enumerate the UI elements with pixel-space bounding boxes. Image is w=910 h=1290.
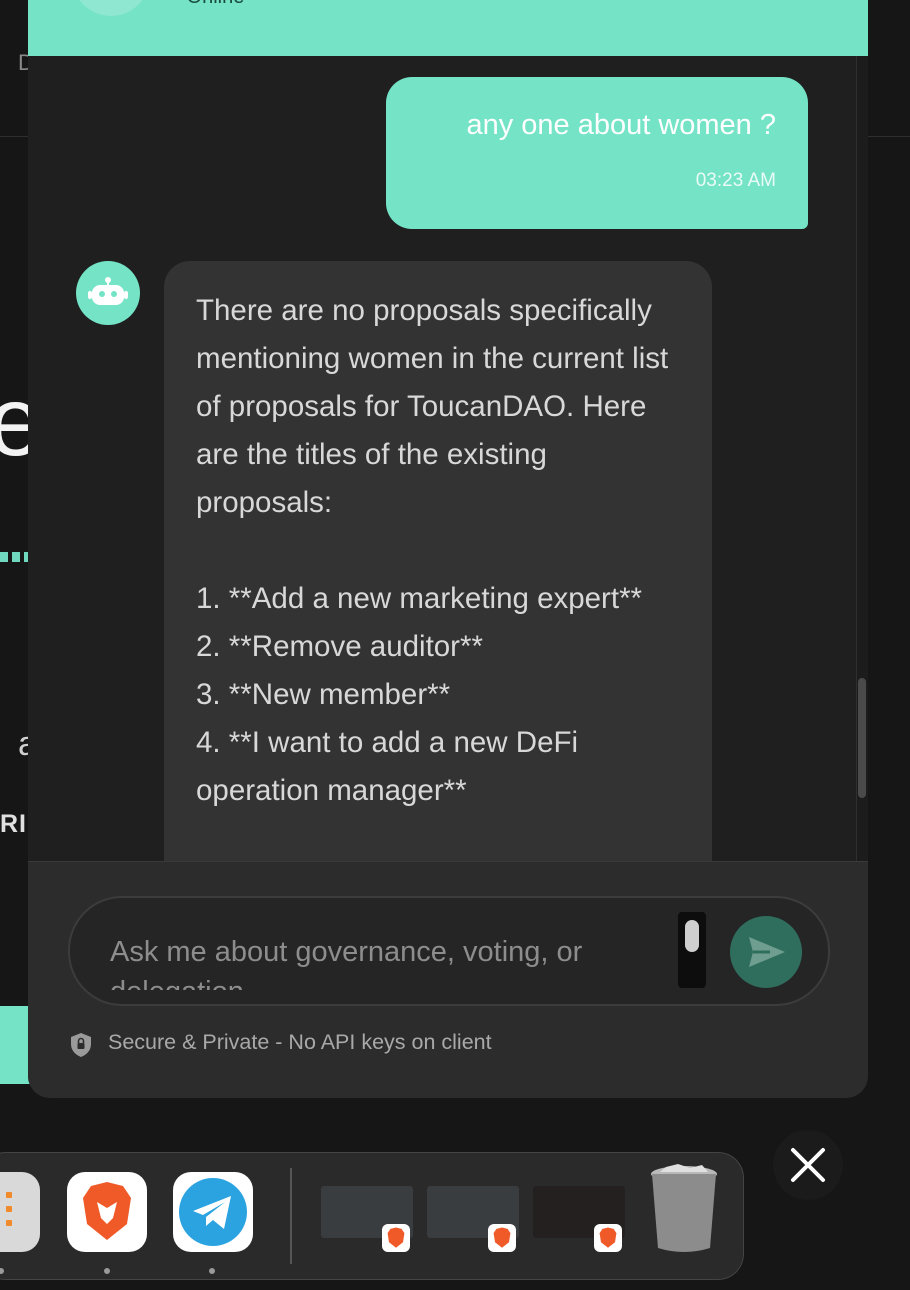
- chat-panel: • Online any one about women ? 03:23 AM …: [28, 0, 868, 1098]
- calculator-icon[interactable]: [0, 1172, 40, 1252]
- assistant-message: There are no proposals specifically ment…: [164, 261, 712, 861]
- brave-badge-icon: [594, 1224, 622, 1252]
- paper-plane-icon: [179, 1178, 247, 1246]
- send-button[interactable]: [730, 916, 802, 988]
- message-list[interactable]: any one about women ? 03:23 AM There are…: [28, 56, 868, 861]
- online-status: • Online: [174, 0, 244, 9]
- user-message-text: any one about women ?: [466, 109, 776, 141]
- close-button[interactable]: [773, 1130, 843, 1200]
- input-scrollbar[interactable]: [678, 912, 706, 988]
- dock-indicator: [104, 1268, 110, 1274]
- dock-separator: [290, 1168, 292, 1264]
- user-message-time: 03:23 AM: [695, 170, 776, 191]
- brave-browser-icon[interactable]: [67, 1172, 147, 1252]
- telegram-icon[interactable]: [173, 1172, 253, 1252]
- user-message: any one about women ? 03:23 AM: [386, 77, 808, 229]
- message-input-container[interactable]: Ask me about governance, voting, or dele…: [68, 896, 830, 1006]
- background-caps-fragment: RI: [0, 810, 27, 838]
- lion-icon: [83, 1182, 131, 1240]
- close-icon: [791, 1148, 825, 1182]
- message-scrollbar-thumb[interactable]: [858, 678, 866, 798]
- background-dots: [0, 552, 28, 562]
- trash-icon[interactable]: [648, 1162, 720, 1256]
- message-input[interactable]: Ask me about governance, voting, or dele…: [110, 932, 670, 990]
- dock-indicator: [209, 1268, 215, 1274]
- robot-icon: [88, 277, 128, 305]
- bot-avatar: [76, 261, 140, 325]
- header-avatar: [72, 0, 150, 16]
- brave-badge-icon: [488, 1224, 516, 1252]
- input-scrollbar-thumb[interactable]: [685, 920, 699, 952]
- brave-badge-icon: [382, 1224, 410, 1252]
- chat-footer: Ask me about governance, voting, or dele…: [28, 862, 868, 1098]
- assistant-message-text: There are no proposals specifically ment…: [196, 294, 669, 807]
- online-dot-icon: •: [174, 0, 187, 8]
- shield-icon: [71, 1033, 91, 1057]
- security-note: Secure & Private - No API keys on client: [108, 1030, 492, 1054]
- send-icon: [749, 937, 785, 967]
- chat-header: • Online: [28, 0, 868, 56]
